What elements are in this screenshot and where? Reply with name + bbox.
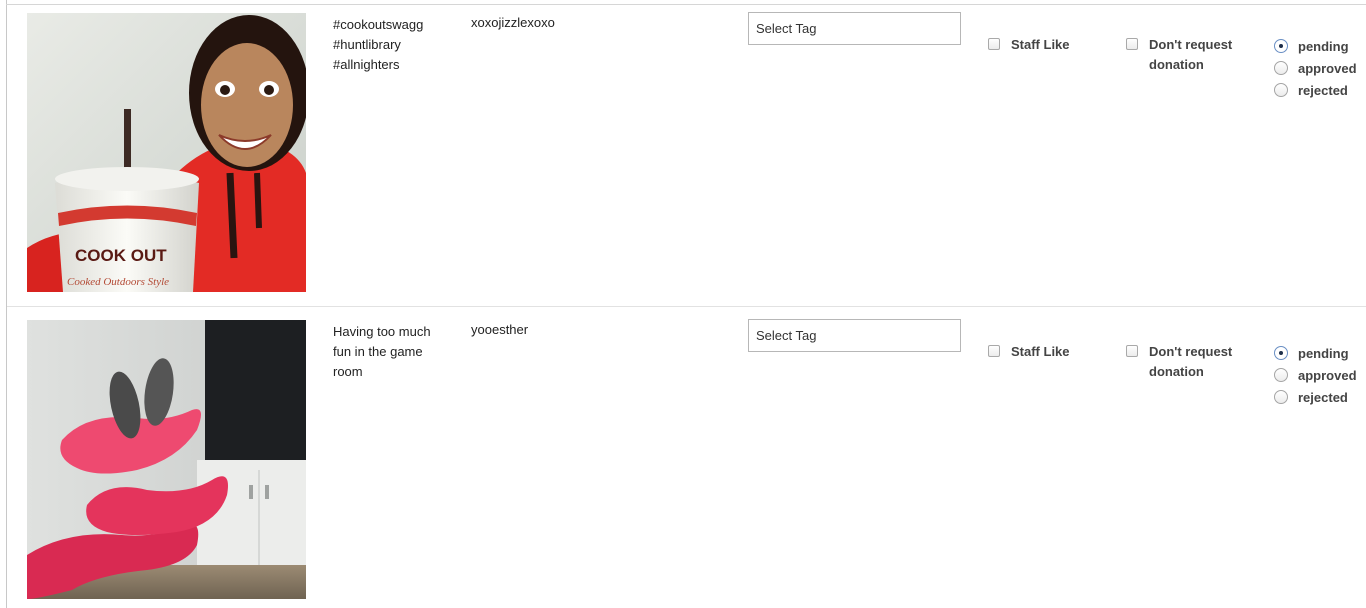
select-tag-dropdown[interactable]: Select Tag	[748, 12, 961, 45]
select-tag-dropdown[interactable]: Select Tag	[748, 319, 961, 352]
status-radio-group: pending approved rejected	[1274, 342, 1357, 408]
post-username: xoxojizzlexoxo	[471, 15, 555, 30]
staff-like-checkbox[interactable]	[988, 345, 1000, 357]
radio-button-approved[interactable]	[1274, 61, 1288, 75]
post-photo-selfie-with-cup: COOK OUT Cooked Outdoors Style	[27, 13, 306, 292]
status-option-pending[interactable]: pending	[1274, 342, 1357, 364]
staff-like-control[interactable]: Staff Like	[988, 35, 1070, 55]
caption-line: #cookoutswagg	[333, 17, 424, 32]
status-label: approved	[1298, 60, 1357, 76]
post-row: COOK OUT Cooked Outdoors Style #cookouts…	[7, 5, 1366, 306]
radio-button-pending[interactable]	[1274, 346, 1288, 360]
caption-line: #allnighters	[333, 57, 400, 72]
radio-button-approved[interactable]	[1274, 368, 1288, 382]
status-option-approved[interactable]: approved	[1274, 57, 1357, 79]
cup-slogan-text: Cooked Outdoors Style	[67, 276, 169, 288]
dont-request-donation-label: Don't request donation	[1149, 37, 1233, 72]
post-photo[interactable]	[27, 320, 306, 599]
status-radio-group: pending approved rejected	[1274, 35, 1357, 101]
post-photo-pink-chair	[27, 320, 306, 599]
status-option-pending[interactable]: pending	[1274, 35, 1357, 57]
radio-button-rejected[interactable]	[1274, 83, 1288, 97]
radio-button-pending[interactable]	[1274, 39, 1288, 53]
staff-like-checkbox[interactable]	[988, 38, 1000, 50]
staff-like-label: Staff Like	[1011, 344, 1070, 359]
status-option-approved[interactable]: approved	[1274, 364, 1357, 386]
post-username: yooesther	[471, 322, 529, 337]
status-label: rejected	[1298, 389, 1348, 405]
staff-like-control[interactable]: Staff Like	[988, 342, 1070, 362]
cup-brand-text: COOK OUT	[75, 246, 167, 265]
dont-request-donation-label: Don't request donation	[1149, 344, 1233, 379]
caption-line: room	[333, 364, 363, 379]
status-label: rejected	[1298, 82, 1348, 98]
dont-request-donation-control[interactable]: Don't request donation	[1126, 35, 1269, 75]
status-label: pending	[1298, 345, 1349, 361]
caption-line: Having too much	[333, 324, 431, 339]
dont-request-donation-control[interactable]: Don't request donation	[1126, 342, 1269, 382]
caption-line: fun in the game	[333, 344, 423, 359]
status-label: approved	[1298, 367, 1357, 383]
status-label: pending	[1298, 38, 1349, 54]
staff-like-label: Staff Like	[1011, 37, 1070, 52]
post-caption: #cookoutswagg #huntlibrary #allnighters	[333, 15, 453, 75]
dont-request-donation-checkbox[interactable]	[1126, 38, 1138, 50]
status-option-rejected[interactable]: rejected	[1274, 79, 1357, 101]
status-option-rejected[interactable]: rejected	[1274, 386, 1357, 408]
post-photo[interactable]: COOK OUT Cooked Outdoors Style	[27, 13, 306, 292]
dont-request-donation-checkbox[interactable]	[1126, 345, 1138, 357]
radio-button-rejected[interactable]	[1274, 390, 1288, 404]
caption-line: #huntlibrary	[333, 37, 401, 52]
post-row: Having too much fun in the game room yoo…	[7, 306, 1366, 608]
post-caption: Having too much fun in the game room	[333, 322, 453, 382]
